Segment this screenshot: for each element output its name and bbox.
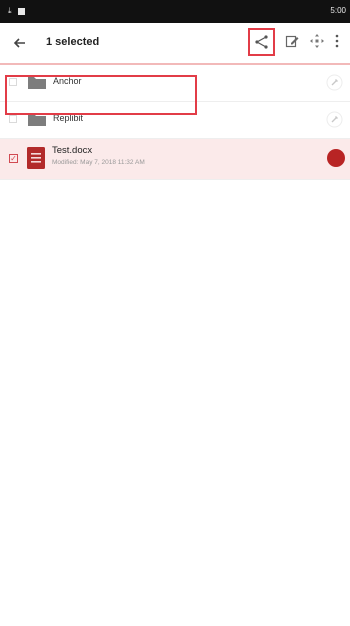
file-modified-date: Modified: May 7, 2018 11:32 AM (52, 159, 145, 166)
more-vert-icon (335, 34, 339, 48)
document-icon (27, 147, 45, 169)
notification-icon (17, 7, 25, 15)
checkbox[interactable] (9, 115, 17, 123)
edit-button[interactable] (282, 31, 302, 51)
move-button[interactable] (307, 31, 327, 51)
arrow-left-icon (13, 38, 25, 48)
pin-icon[interactable] (326, 111, 343, 128)
back-button[interactable] (9, 32, 31, 54)
share-button[interactable] (248, 28, 275, 56)
checkbox-checked[interactable]: ✓ (9, 154, 18, 163)
status-icons: ⤓ (8, 6, 25, 16)
status-time: 5:00 (330, 6, 346, 15)
file-row-test-docx[interactable]: ✓ Test.docx Modified: May 7, 2018 11:32 … (0, 139, 350, 180)
pin-icon[interactable] (326, 74, 343, 91)
file-name: Test.docx (52, 145, 93, 156)
pin-icon-active[interactable] (327, 149, 345, 167)
share-icon (254, 35, 268, 49)
download-icon: ⤓ (8, 6, 12, 15)
selection-toolbar: 1 selected (0, 23, 350, 65)
edit-icon (285, 35, 299, 48)
selected-row-highlight (5, 75, 197, 115)
more-options-button[interactable] (330, 31, 344, 51)
status-bar: ⤓ 5:00 (0, 0, 350, 23)
selection-count-title: 1 selected (46, 36, 100, 48)
move-icon (310, 34, 324, 48)
